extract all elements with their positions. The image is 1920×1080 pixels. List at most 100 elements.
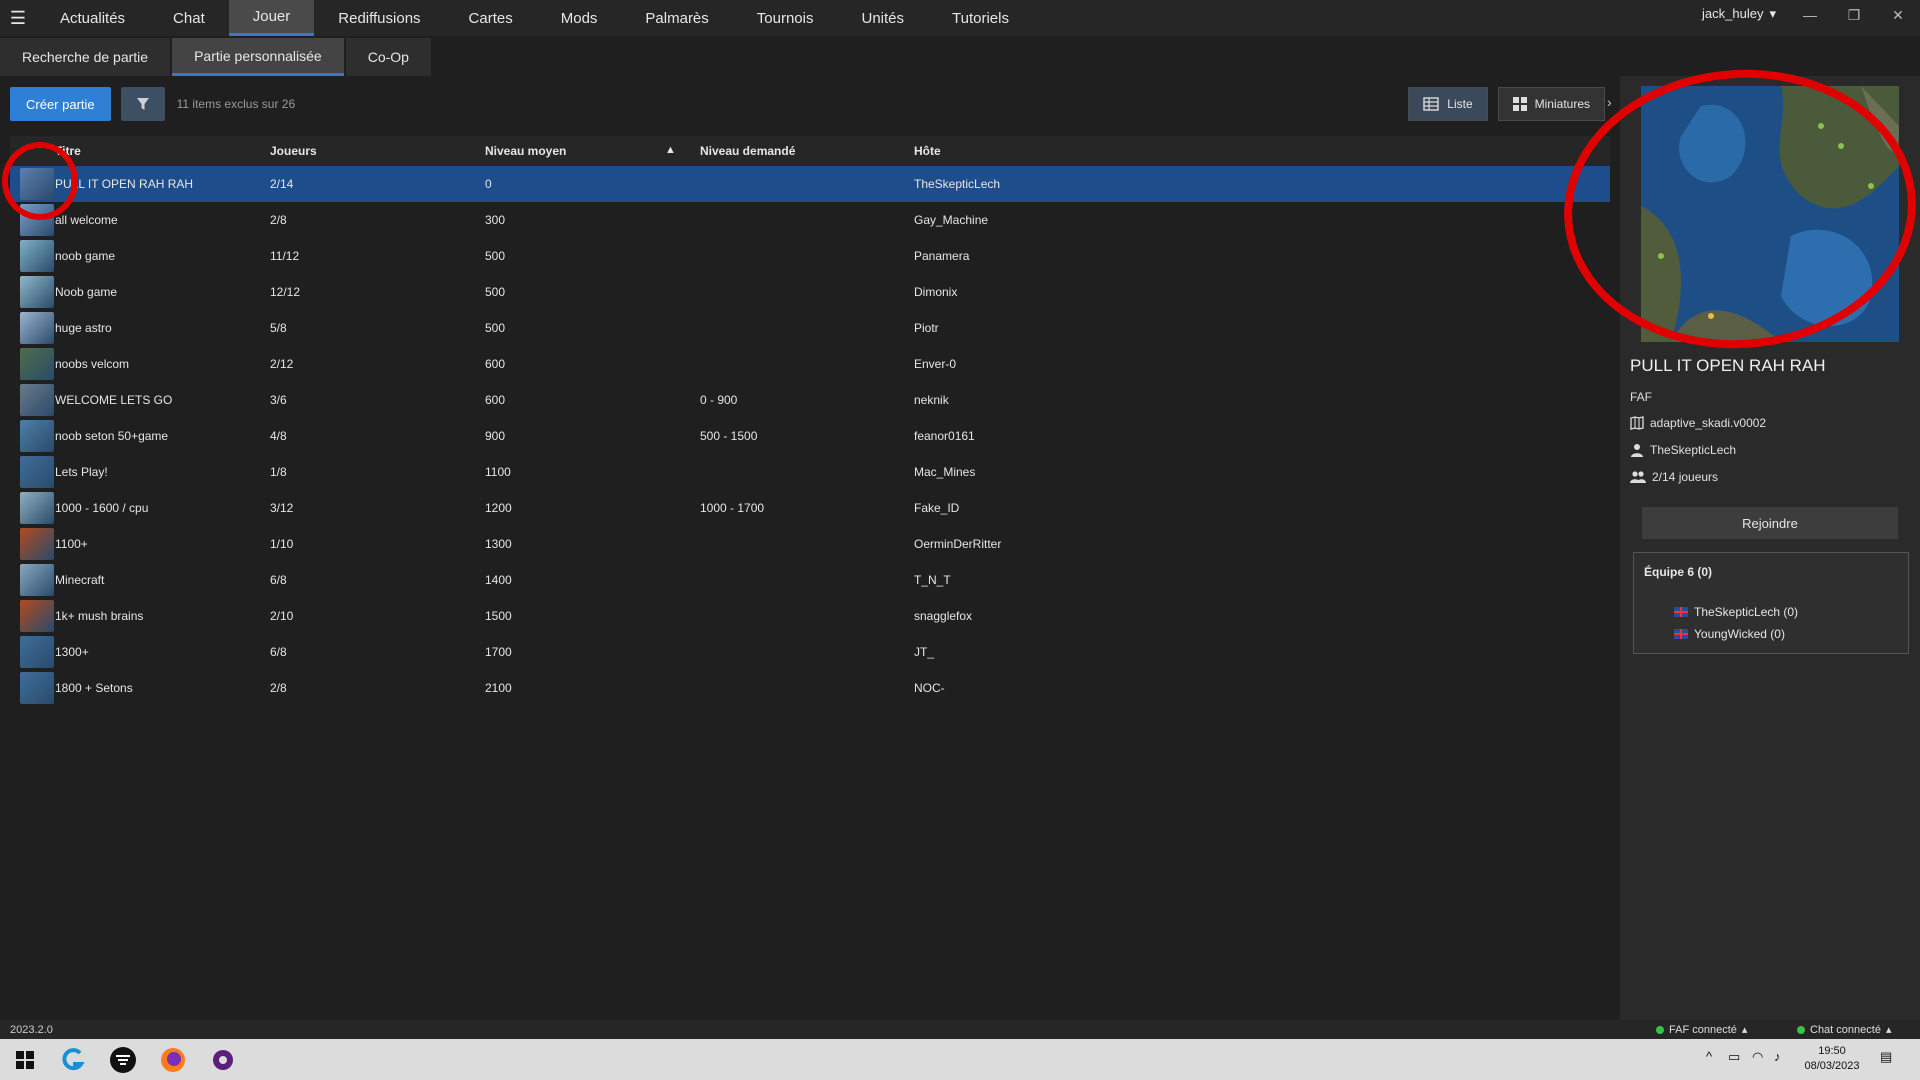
map-name: adaptive_skadi.v0002 <box>1630 416 1766 430</box>
header-host[interactable]: Hôte <box>914 144 1314 158</box>
tab-palmares[interactable]: Palmarès <box>621 0 732 36</box>
table-row[interactable]: noob seton 50+game 4/8 900 500 - 1500 feanor… <box>10 418 1610 454</box>
tab-mods[interactable]: Mods <box>537 0 622 36</box>
players-cell: 11/12 <box>270 249 300 263</box>
thumbnail-view-button[interactable]: Miniatures <box>1497 87 1605 121</box>
header-players[interactable]: Joueurs <box>270 144 485 158</box>
subtab-custom-game[interactable]: Partie personnalisée <box>172 38 344 76</box>
tab-rediffusions[interactable]: Rediffusions <box>314 0 444 36</box>
header-required-rating[interactable]: Niveau demandé <box>700 144 914 158</box>
map-thumbnail <box>20 240 54 272</box>
table-row[interactable]: 1k+ mush brains 2/10 1500 snagglefox <box>10 598 1610 634</box>
header-title[interactable]: Titre <box>55 144 270 158</box>
restore-icon[interactable]: ❐ <box>1832 0 1876 30</box>
game-title-cell: all welcome <box>55 213 118 227</box>
uk-flag-icon <box>1674 629 1688 639</box>
game-title-cell: 1800 + Setons <box>55 681 133 695</box>
caret-up-icon: ▴ <box>1741 1024 1748 1036</box>
connected-dot-icon <box>1656 1025 1664 1034</box>
team-player[interactable]: TheSkepticLech (0) <box>1674 605 1798 619</box>
table-row[interactable]: Noob game 12/12 500 Dimonix <box>10 274 1610 310</box>
version-label: 2023.2.0 <box>10 1023 53 1036</box>
create-game-button[interactable]: Créer partie <box>10 87 111 121</box>
avg-rating-cell: 1200 <box>485 501 512 515</box>
table-row[interactable]: Lets Play! 1/8 1100 Mac_Mines <box>10 454 1610 490</box>
user-menu[interactable]: jack_huley ▾ <box>1702 0 1788 22</box>
table-row[interactable]: noobs velcom 2/12 600 Enver-0 <box>10 346 1610 382</box>
tab-chat[interactable]: Chat <box>149 0 229 36</box>
tab-cartes[interactable]: Cartes <box>445 0 537 36</box>
avg-rating-cell: 2100 <box>485 681 512 695</box>
avg-rating-cell: 1300 <box>485 537 512 551</box>
firefox-icon[interactable] <box>158 1045 188 1075</box>
table-row[interactable]: 1000 - 1600 / cpu 3/12 1200 1000 - 1700 Fake… <box>10 490 1610 526</box>
avg-rating-cell: 600 <box>485 393 506 407</box>
map-thumbnail-cell <box>10 312 55 344</box>
table-row[interactable]: Minecraft 6/8 1400 T_N_T <box>10 562 1610 598</box>
avg-rating-cell: 1400 <box>485 573 512 587</box>
join-button[interactable]: Rejoindre <box>1642 507 1898 539</box>
faf-status[interactable]: FAF connecté ▴ <box>1656 1023 1747 1036</box>
view-toggle: Liste Miniatures <box>1408 87 1605 121</box>
team-player[interactable]: YoungWicked (0) <box>1674 627 1785 641</box>
volume-icon[interactable]: ♪ <box>1774 1049 1781 1064</box>
table-row[interactable]: 1100+ 1/10 1300 OerminDerRitter <box>10 526 1610 562</box>
players-cell: 3/12 <box>270 501 294 515</box>
tab-actualites[interactable]: Actualités <box>36 0 149 36</box>
table-row[interactable]: 1300+ 6/8 1700 JT_ <box>10 634 1610 670</box>
windows-start-icon[interactable] <box>10 1045 40 1075</box>
chat-status-label: Chat connecté <box>1810 1023 1881 1036</box>
map-thumbnail <box>20 672 54 704</box>
tab-tournois[interactable]: Tournois <box>733 0 838 36</box>
battery-icon[interactable]: ▭ <box>1728 1049 1740 1065</box>
host-cell: Fake_ID <box>914 501 960 515</box>
tray-chevron-icon[interactable]: ^ <box>1706 1049 1712 1064</box>
table-row[interactable]: PULL IT OPEN RAH RAH 2/14 0 TheSkepticLech <box>10 166 1610 202</box>
avg-rating-cell: 500 <box>485 321 506 335</box>
subtab-matchmaking[interactable]: Recherche de partie <box>0 38 171 76</box>
host-cell: Enver-0 <box>914 357 957 371</box>
app-circle-icon[interactable] <box>208 1045 238 1075</box>
filter-button[interactable] <box>120 87 165 121</box>
table-row[interactable]: 1800 + Setons 2/8 2100 NOC- <box>10 670 1610 706</box>
tab-jouer[interactable]: Jouer <box>228 0 315 36</box>
minimize-icon[interactable]: — <box>1788 0 1832 30</box>
thumbnail-view-label: Miniatures <box>1534 97 1590 111</box>
chat-status[interactable]: Chat connecté ▴ <box>1797 1023 1891 1036</box>
table-row[interactable]: huge astro 5/8 500 Piotr <box>10 310 1610 346</box>
table-row[interactable]: noob game 11/12 500 Panamera <box>10 238 1610 274</box>
table-row[interactable]: all welcome 2/8 300 Gay_Machine <box>10 202 1610 238</box>
hamburger-menu-icon[interactable]: ☰ <box>0 0 36 36</box>
players-cell: 2/12 <box>270 357 294 371</box>
close-icon[interactable]: ✕ <box>1876 0 1920 30</box>
notification-icon[interactable]: ▤ <box>1880 1049 1892 1065</box>
featured-mod-label: FAF <box>1630 390 1653 404</box>
faf-client-icon[interactable] <box>108 1045 138 1075</box>
tab-unites[interactable]: Unités <box>837 0 928 36</box>
featured-mod: FAF <box>1630 390 1652 404</box>
list-view-button[interactable]: Liste <box>1408 87 1488 121</box>
required-rating-cell: 0 - 900 <box>700 393 738 407</box>
header-avg-rating[interactable]: Niveau moyen ▲ <box>485 144 700 158</box>
game-title-cell: noob seton 50+game <box>55 429 169 443</box>
map-thumbnail <box>20 348 54 380</box>
map-thumbnail <box>20 492 54 524</box>
excluded-count: 11 items exclus sur 26 <box>176 97 296 111</box>
map-thumbnail-cell <box>10 276 55 308</box>
avg-rating-cell: 1700 <box>485 645 512 659</box>
wifi-icon[interactable]: ◠ <box>1752 1049 1763 1065</box>
subtab-coop[interactable]: Co-Op <box>345 38 431 76</box>
host-cell: feanor0161 <box>914 429 975 443</box>
players-cell: 6/8 <box>270 573 287 587</box>
tab-tutoriels[interactable]: Tutoriels <box>928 0 1033 36</box>
system-clock[interactable]: 19:50 08/03/2023 <box>1792 1044 1872 1074</box>
chevron-right-icon[interactable]: › <box>1607 94 1612 110</box>
avg-rating-cell: 300 <box>485 213 506 227</box>
players-cell: 12/12 <box>270 285 301 299</box>
connected-dot-icon <box>1797 1025 1805 1034</box>
host-cell: TheSkepticLech <box>914 177 1001 191</box>
sort-ascending-icon: ▲ <box>665 144 676 156</box>
table-row[interactable]: WELCOME LETS GO 3/6 600 0 - 900 neknik <box>10 382 1610 418</box>
logitech-g-icon[interactable] <box>58 1045 88 1075</box>
caret-up-icon: ▴ <box>1885 1024 1892 1036</box>
